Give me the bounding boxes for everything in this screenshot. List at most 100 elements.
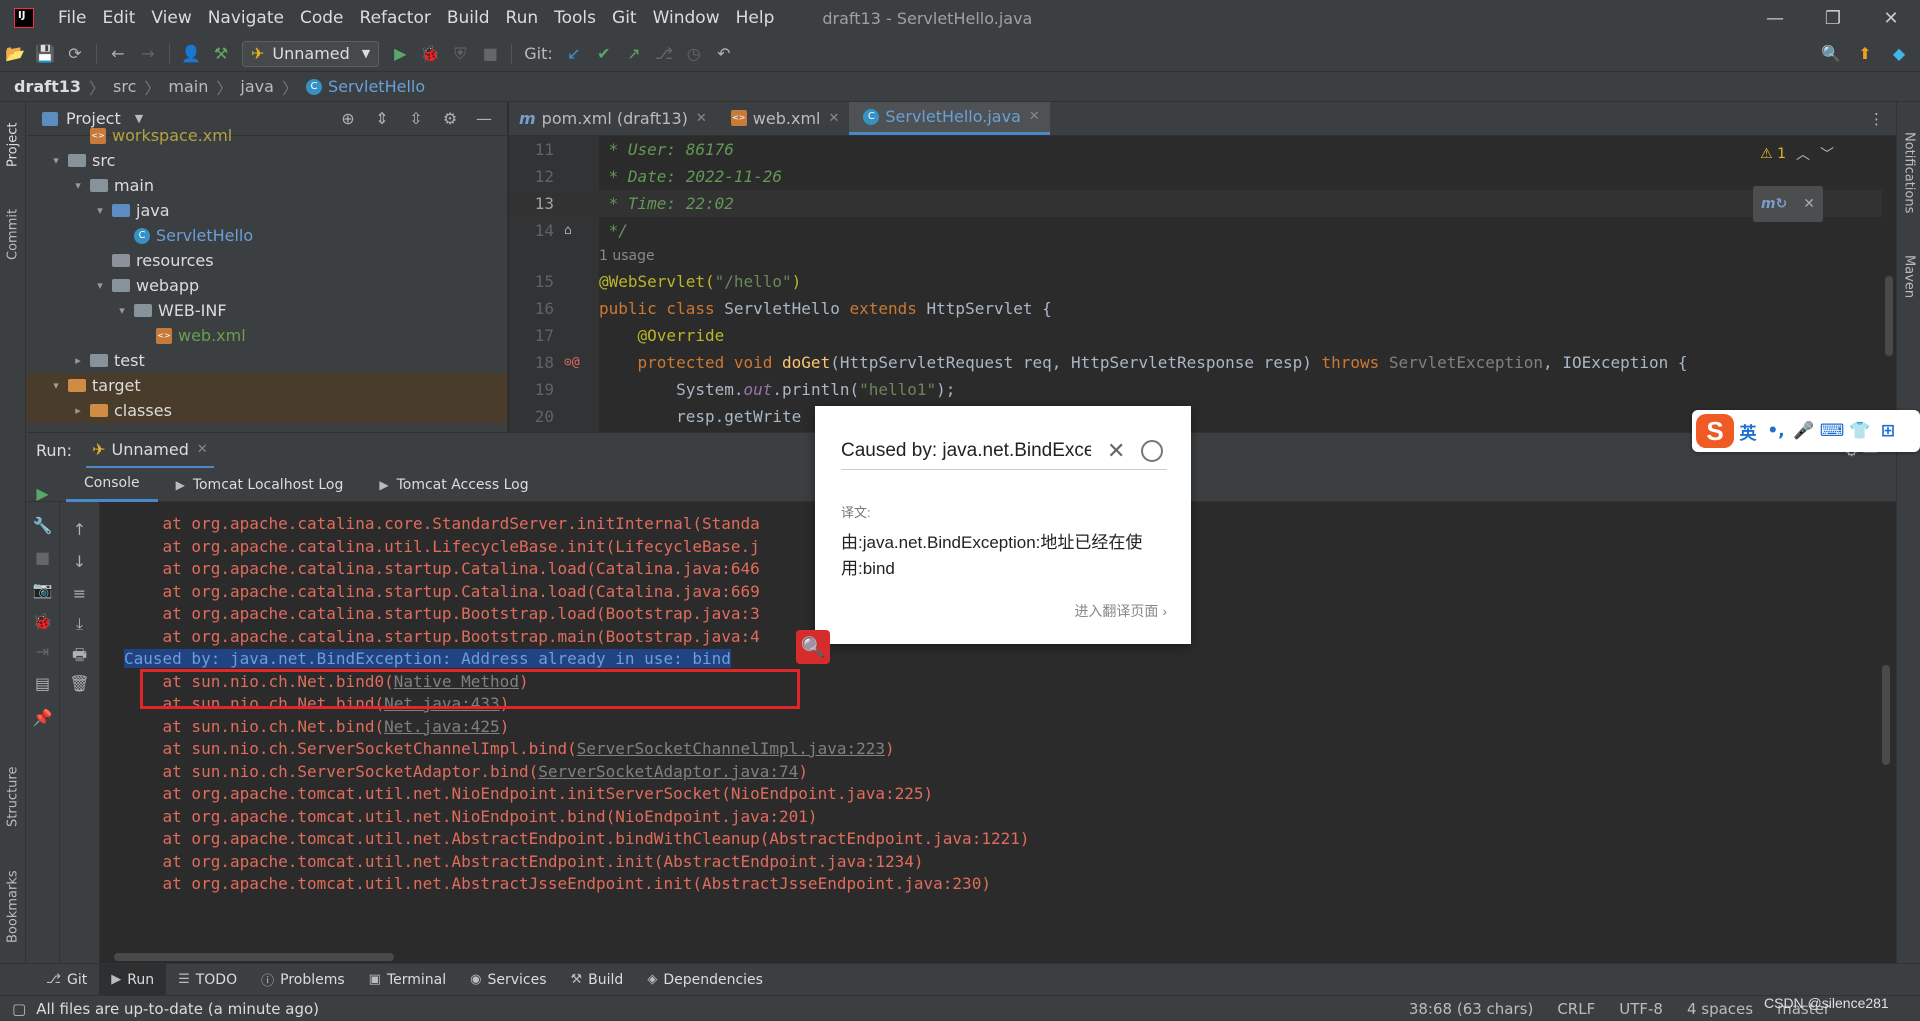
chevron-down-icon[interactable]: ▾ — [48, 154, 64, 167]
tab-pom-xml[interactable]: m pom.xml (draft13) ✕ — [509, 102, 717, 135]
run-tab-unnamed[interactable]: ✈ Unnamed ✕ — [86, 433, 214, 469]
source-link[interactable]: Net.java:425 — [384, 717, 500, 736]
layout-icon[interactable]: ▤ — [26, 674, 59, 693]
rerun-icon[interactable]: ▶ — [26, 484, 59, 503]
toolbox-icon[interactable]: ⊞ — [1874, 421, 1902, 441]
tree-item[interactable]: ▾ webapp — [26, 273, 507, 298]
chevron-down-icon[interactable]: ▾ — [92, 279, 108, 292]
git-branch-icon[interactable]: ⎇ — [649, 40, 679, 68]
chevron-down-icon[interactable]: ▾ — [114, 304, 130, 317]
search-icon[interactable]: 🔍 — [1816, 40, 1846, 68]
close-window-button[interactable]: ✕ — [1862, 8, 1920, 29]
sogou-search-icon[interactable]: 🔍 — [796, 630, 830, 664]
menu-build[interactable]: Build — [439, 0, 498, 36]
sogou-logo[interactable]: S — [1696, 414, 1734, 448]
coverage-icon[interactable]: ⛨ — [445, 40, 475, 68]
ime-language-toggle[interactable]: 英 — [1734, 419, 1762, 444]
tab-tomcat-localhost-log[interactable]: ▶ Tomcat Localhost Log — [158, 468, 362, 502]
run-config-select[interactable]: ✈ Unnamed ▼ — [242, 40, 380, 67]
git-commit-icon[interactable]: ✔ — [589, 40, 619, 68]
warning-count[interactable]: ⚠ 1 — [1760, 146, 1786, 162]
open-translate-page-link[interactable]: 进入翻译页面 › — [1074, 601, 1167, 621]
layout-toggle-icon[interactable]: ▢ — [12, 1000, 26, 1018]
tab-web-xml[interactable]: <> web.xml ✕ — [717, 102, 850, 135]
search-icon[interactable] — [1141, 439, 1164, 462]
build-hammer-icon[interactable]: ⚒ — [206, 40, 236, 68]
indent-setting[interactable]: 4 spaces — [1687, 1000, 1753, 1018]
tree-item[interactable]: <> web.xml — [26, 323, 507, 348]
source-link[interactable]: ServerSocketAdaptor.java:74 — [538, 762, 798, 781]
toolbox-icon[interactable]: ◆ — [1884, 40, 1914, 68]
tab-servlethello-java[interactable]: C ServletHello.java ✕ — [849, 102, 1050, 135]
microphone-icon[interactable]: 🎤 — [1790, 421, 1818, 441]
bookmarks-tool-tab[interactable]: Bookmarks — [0, 862, 26, 952]
file-encoding[interactable]: UTF-8 — [1619, 1000, 1663, 1018]
commit-tool-tab[interactable]: Commit — [0, 194, 26, 274]
menu-refactor[interactable]: Refactor — [352, 0, 439, 36]
arrow-up-icon[interactable]: ↑ — [60, 520, 99, 539]
crumb-main[interactable]: main — [168, 77, 208, 96]
menu-edit[interactable]: Edit — [94, 0, 143, 36]
camera-icon[interactable]: 📷 — [26, 580, 59, 599]
crumb-project[interactable]: draft13 — [14, 77, 81, 96]
exit-icon[interactable]: ⇥ — [26, 642, 59, 661]
close-icon[interactable]: ✕ — [1107, 438, 1125, 464]
save-all-icon[interactable]: 💾 — [30, 40, 60, 68]
tool-run[interactable]: ▶ Run — [99, 963, 167, 996]
pin-icon[interactable]: 📌 — [26, 708, 59, 727]
punctuation-icon[interactable]: •, — [1762, 421, 1790, 441]
rollback-icon[interactable]: ↶ — [709, 40, 739, 68]
line-separator[interactable]: CRLF — [1557, 1000, 1595, 1018]
tool-terminal[interactable]: ▣ Terminal — [357, 964, 458, 996]
chevron-right-icon[interactable]: ▸ — [70, 354, 86, 367]
maven-reload-icon[interactable]: m↻ — [1761, 196, 1787, 212]
tree-item[interactable]: ▾ main — [26, 173, 507, 198]
arrow-down-icon[interactable]: ↓ — [60, 552, 99, 571]
override-marker-icon[interactable]: ⊙@ — [554, 355, 599, 370]
debug-icon[interactable]: 🐞 — [415, 40, 445, 68]
menu-navigate[interactable]: Navigate — [200, 0, 292, 36]
tab-tomcat-access-log[interactable]: ▶ Tomcat Access Log — [361, 468, 546, 502]
stop-icon[interactable]: ■ — [26, 548, 59, 567]
git-push-icon[interactable]: ↗ — [619, 40, 649, 68]
close-icon[interactable]: ✕ — [1803, 196, 1815, 212]
chevron-down-icon[interactable]: ▾ — [70, 179, 86, 192]
inspection-widget[interactable]: ⚠ 1 ︿ ﹀ — [1760, 144, 1834, 164]
close-icon[interactable]: ✕ — [1029, 109, 1040, 124]
project-tool-tab[interactable]: Project — [0, 110, 26, 180]
menu-run[interactable]: Run — [498, 0, 547, 36]
chevron-down-icon[interactable]: ﹀ — [1820, 144, 1834, 164]
tree-item[interactable]: resources — [26, 248, 507, 273]
status-message[interactable]: All files are up-to-date (a minute ago) — [36, 1000, 319, 1018]
caret-position[interactable]: 38:68 (63 chars) — [1409, 1000, 1533, 1018]
tab-console[interactable]: Console — [66, 468, 158, 502]
forward-arrow-icon[interactable]: → — [133, 40, 163, 68]
tool-problems[interactable]: ⓘ Problems — [249, 964, 357, 996]
console-vscrollbar[interactable] — [1882, 665, 1890, 765]
tool-services[interactable]: ◉ Services — [458, 964, 558, 996]
tree-item[interactable]: ▾ java — [26, 198, 507, 223]
source-link[interactable]: ServerSocketChannelImpl.java:223 — [577, 739, 885, 758]
menu-view[interactable]: View — [143, 0, 199, 36]
open-folder-icon[interactable]: 📂 — [0, 40, 30, 68]
update-icon[interactable]: ⬆ — [1850, 40, 1880, 68]
maven-tool-tab[interactable]: Maven — [1897, 242, 1920, 312]
crumb-java[interactable]: java — [240, 77, 274, 96]
git-update-icon[interactable]: ↙ — [559, 40, 589, 68]
crumb-class[interactable]: ServletHello — [328, 77, 425, 96]
tree-item[interactable]: C ServletHello — [26, 223, 507, 248]
menu-file[interactable]: File — [50, 0, 94, 36]
close-icon[interactable]: ✕ — [696, 111, 707, 126]
history-icon[interactable]: ◷ — [679, 40, 709, 68]
usage-hint[interactable]: 1 usage — [509, 244, 1896, 268]
tree-item[interactable]: ▸ test — [26, 348, 507, 373]
soft-wrap-icon[interactable]: ≡ — [60, 584, 99, 603]
tool-git[interactable]: ⎇ Git — [34, 964, 99, 996]
notifications-tool-tab[interactable]: Notifications — [1897, 118, 1920, 228]
tool-dependencies[interactable]: ◈ Dependencies — [635, 964, 775, 996]
fold-icon[interactable]: ⌂ — [554, 223, 599, 238]
menu-code[interactable]: Code — [292, 0, 352, 36]
more-vertical-icon[interactable]: ⋮ — [1857, 110, 1896, 128]
chevron-up-icon[interactable]: ︿ — [1796, 144, 1810, 164]
trash-icon[interactable]: 🗑 — [60, 674, 99, 693]
